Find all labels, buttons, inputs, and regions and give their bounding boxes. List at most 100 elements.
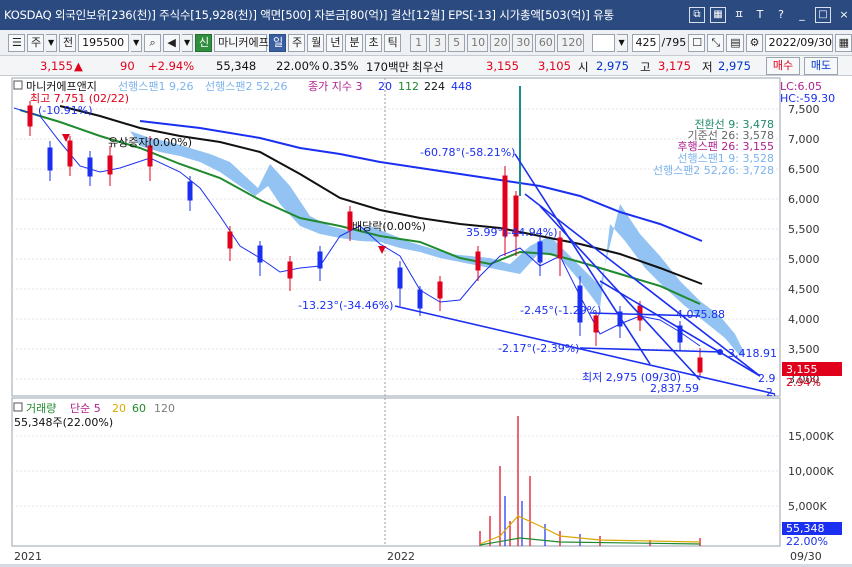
best-quote-label: 최우선 xyxy=(412,60,444,74)
legend-ma448: 448 xyxy=(451,80,472,93)
speaker-icon[interactable]: ◀ xyxy=(163,33,181,52)
edge1-annotation: 2.9 xyxy=(758,372,776,385)
interval-30[interactable]: 30 xyxy=(512,33,533,52)
volume-tag-text: 55,348 xyxy=(786,522,825,535)
interval-5[interactable]: 5 xyxy=(448,33,466,52)
interval-1[interactable]: 1 xyxy=(410,33,428,52)
price-tick: 7,500 xyxy=(788,103,820,116)
interval-input[interactable] xyxy=(592,33,615,52)
price-tick: 5,500 xyxy=(788,223,820,236)
volume-tick: 5,000K xyxy=(788,500,827,513)
help-icon[interactable]: ? xyxy=(773,7,789,23)
maximize-icon[interactable]: □ xyxy=(815,7,831,23)
volume-ratio: 22.00% xyxy=(276,59,320,73)
menu-icon[interactable]: ☰ xyxy=(8,33,25,52)
legend-ma20: 20 xyxy=(378,80,392,93)
interval-60[interactable]: 60 xyxy=(534,33,556,52)
low-label: 저 xyxy=(702,60,713,74)
chevron-down-icon[interactable]: ▼ xyxy=(131,33,143,52)
date-tick-end: 09/30 xyxy=(790,550,822,563)
period-second[interactable]: 초 xyxy=(364,33,382,52)
stock-code-input[interactable]: 195500 xyxy=(78,33,130,52)
interval-3[interactable]: 3 xyxy=(429,33,447,52)
interval-20[interactable]: 20 xyxy=(489,33,511,52)
interval-10[interactable]: 10 xyxy=(467,33,488,52)
grid-icon[interactable]: ▦ xyxy=(710,7,726,23)
chevron-down-icon[interactable]: ▼ xyxy=(46,33,57,52)
link-icon[interactable]: ⧉ xyxy=(689,7,705,23)
up-arrow-icon: ▲ xyxy=(74,59,83,73)
ex-dividend-annotation: 배당락(0.00%) xyxy=(352,220,426,233)
prev-button[interactable]: 전 xyxy=(58,33,77,52)
volume-tag-pct: 22.00% xyxy=(786,535,828,548)
volume-ma20: 20 xyxy=(112,402,126,415)
volume-value: 55,348주(22.00%) xyxy=(14,416,113,429)
current-price-tag-text: 3,155 xyxy=(786,363,818,376)
price-tick: 6,500 xyxy=(788,163,820,176)
price-tick: 7,000 xyxy=(788,133,820,146)
legend-span1: 선행스팬1 9,26 xyxy=(118,80,193,93)
chart-area[interactable]: 마니커에프앤지 선행스팬1 9,26 선행스팬2 52,26 종가 지수 3 2… xyxy=(0,76,852,564)
angle5-annotation: -2.17°(-2.39%) xyxy=(498,342,579,355)
settings-icon[interactable]: ⚙ xyxy=(745,33,763,52)
legend-ma224: 224 xyxy=(424,80,445,93)
volume: 55,348 xyxy=(216,59,257,73)
price-tick: 6,000 xyxy=(788,193,820,206)
price-change: 90 xyxy=(120,59,135,73)
turnover: 0.35% xyxy=(322,59,359,73)
search-icon[interactable]: ⌕ xyxy=(144,33,162,52)
toolbar: ☰ 주 ▼ 전 195500 ▼ ⌕ ◀ ▼ 신 마니커에프 일 주 월 년 분… xyxy=(0,30,852,56)
period-yearly[interactable]: 년 xyxy=(326,33,344,52)
date-tick: 2022 xyxy=(387,550,415,563)
price-tick: 3,500 xyxy=(788,343,820,356)
period-daily[interactable]: 일 xyxy=(269,33,287,52)
trend1-annotation: (-10.91%) xyxy=(38,104,93,117)
capital-increase-annotation: 유상증자(0.00%) xyxy=(108,136,192,149)
checkbox-icon[interactable]: ☐ xyxy=(688,33,706,52)
legend-span2: 선행스팬2 52,26 xyxy=(205,80,287,93)
window-controls: ⧉ ▦ ㅍ T ? _ □ × xyxy=(680,0,852,30)
date-tick: 2021 xyxy=(14,550,42,563)
angle4-annotation: -2.45°(-1.29%) xyxy=(520,304,601,317)
chart-canvas[interactable]: 마니커에프앤지 선행스팬1 9,26 선행스팬2 52,26 종가 지수 3 2… xyxy=(0,76,852,564)
save-icon[interactable]: ▤ xyxy=(726,33,744,52)
size-icon[interactable]: ㅍ xyxy=(731,7,747,23)
chevron-down-icon[interactable]: ▼ xyxy=(616,33,628,52)
open-price: 2,975 xyxy=(596,59,629,73)
font-icon[interactable]: T xyxy=(752,7,768,23)
angle3-annotation: -13.23°(-34.46%) xyxy=(298,299,393,312)
chevron-down-icon[interactable]: ▼ xyxy=(182,33,193,52)
current-price-tag-pct: 2.94% xyxy=(786,376,821,389)
period-monthly[interactable]: 월 xyxy=(307,33,325,52)
price-axis: 7,500 7,000 6,500 6,000 5,500 5,000 4,50… xyxy=(788,103,820,386)
sell-button[interactable]: 매도 xyxy=(804,57,838,75)
change-percent: +2.94% xyxy=(148,59,195,73)
period-tick[interactable]: 틱 xyxy=(383,33,401,52)
high-price: 3,175 xyxy=(658,59,691,73)
date-input[interactable]: 2022/09/30 xyxy=(764,33,833,52)
period-weekly[interactable]: 주 xyxy=(288,33,306,52)
legend-close: 종가 지수 3 xyxy=(308,80,362,93)
volume-ma60: 60 xyxy=(132,402,146,415)
edge2-annotation: 2. xyxy=(766,386,777,399)
kind-select[interactable]: 주 xyxy=(27,33,45,52)
angle2-annotation: 35.99°(-44.94%) xyxy=(466,226,558,239)
angle1-annotation: -60.78°(-58.21%) xyxy=(420,146,515,159)
title-bar: KOSDAQ 외국인보유[236(천)] 주식수[15,928(천)] 액면[5… xyxy=(0,0,852,30)
volume-pane xyxy=(11,397,781,547)
credit-badge: 신 xyxy=(195,33,213,52)
minimize-icon[interactable]: _ xyxy=(794,7,810,23)
zoom-icon[interactable]: ⤡ xyxy=(707,33,725,52)
interval-120[interactable]: 120 xyxy=(557,33,585,52)
calendar-icon[interactable]: ▦ xyxy=(834,33,852,52)
current-price: 3,155 xyxy=(40,59,73,73)
count-input[interactable]: 425 xyxy=(631,33,660,52)
level2-annotation: 3,418.91 xyxy=(728,347,777,360)
close-icon[interactable]: × xyxy=(836,7,852,23)
buy-button[interactable]: 매수 xyxy=(766,57,800,75)
period-minute[interactable]: 분 xyxy=(345,33,363,52)
ask-price: 3,155 xyxy=(486,59,519,73)
price-tick: 5,000 xyxy=(788,253,820,266)
volume-tick: 15,000K xyxy=(788,430,834,443)
volume-legend-name: 거래량 xyxy=(26,402,56,415)
